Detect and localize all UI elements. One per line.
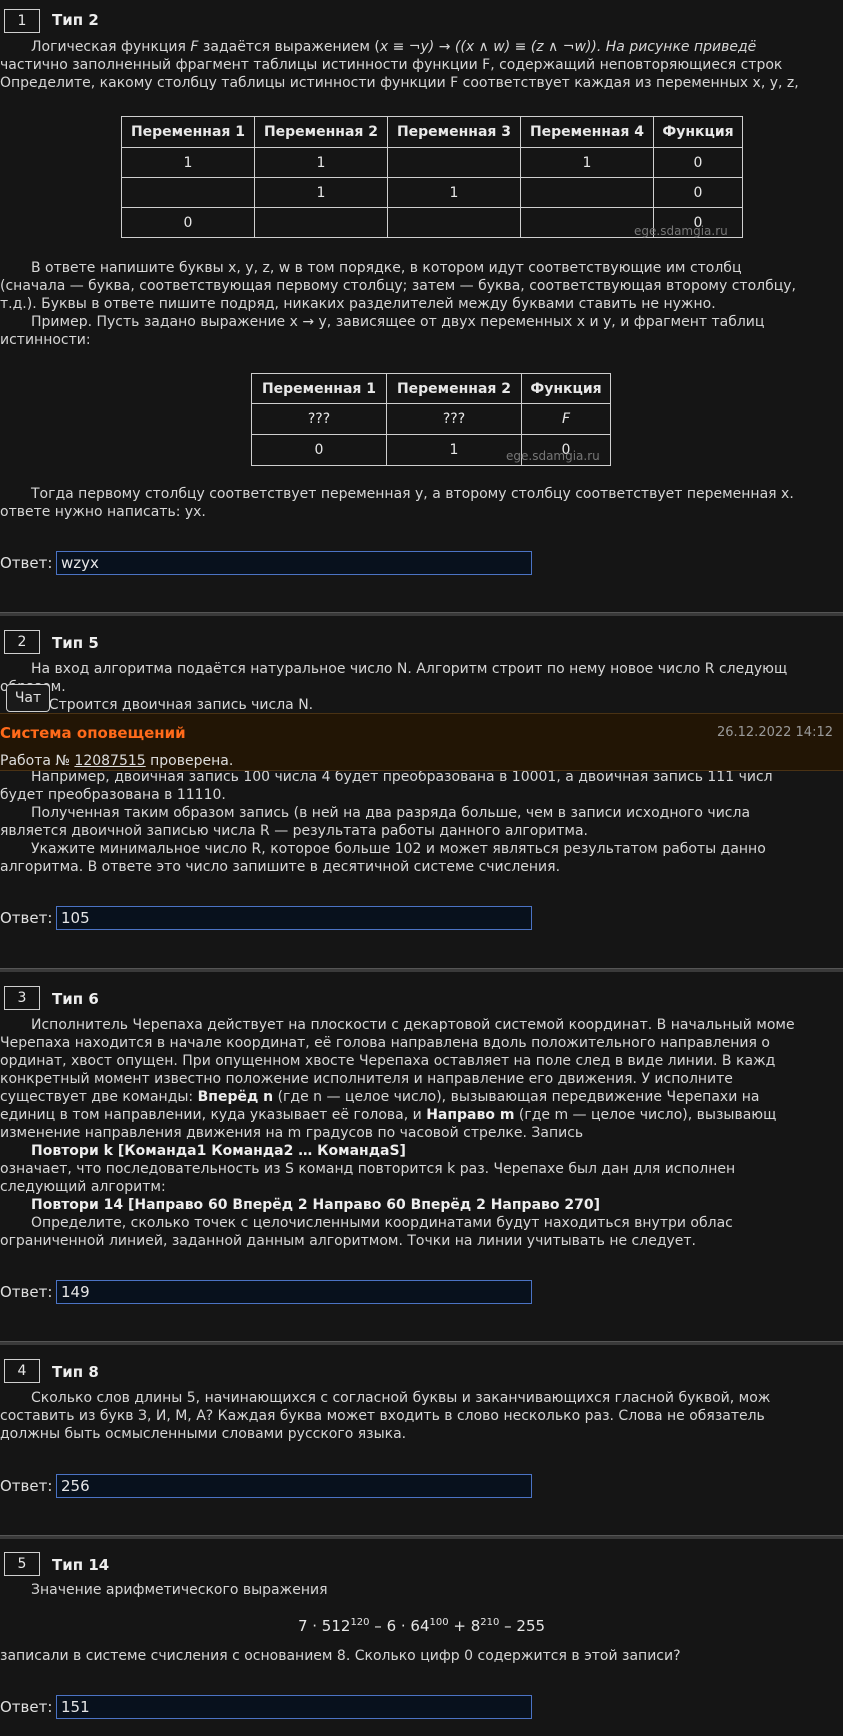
task-text: Повтори k [Команда1 Команда2 … КомандаS] xyxy=(31,1143,406,1159)
table-cell xyxy=(387,207,521,238)
task-text: будет преобразована в 11110. xyxy=(0,787,226,803)
answer-label: Ответ: xyxy=(0,1698,53,1716)
table-header: Переменная 4 xyxy=(520,116,654,148)
table-header: Переменная 1 xyxy=(251,373,387,404)
task-text: частично заполненный фрагмент таблицы ис… xyxy=(0,57,783,73)
task-text: означает, что последовательность из S ко… xyxy=(0,1161,736,1177)
table-header: Переменная 1 xyxy=(121,116,255,148)
table-row: 1 1 1 0 xyxy=(121,147,743,178)
table-cell: 1 xyxy=(386,434,522,466)
task-text: Значение арифметического выражения xyxy=(31,1582,328,1598)
task-text: В ответе напишите буквы x, y, z, w в том… xyxy=(31,260,742,276)
task-text: Определите, сколько точек с целочисленны… xyxy=(31,1215,733,1231)
divider xyxy=(0,968,843,972)
task-text: Повтори 14 [Направо 60 Вперёд 2 Направо … xyxy=(31,1197,600,1213)
task-number: 1 xyxy=(4,9,40,33)
task-text: Исполнитель Черепаха действует на плоско… xyxy=(31,1017,795,1033)
answer-input[interactable] xyxy=(56,906,532,930)
task-text: Определите, какому столбцу таблицы истин… xyxy=(0,75,799,91)
divider xyxy=(0,612,843,616)
table-cell xyxy=(121,177,255,208)
task-text: образом. xyxy=(0,678,843,696)
answer-label: Ответ: xyxy=(0,1477,53,1495)
table-cell xyxy=(387,147,521,178)
task-text: конкретный момент известно положение исп… xyxy=(0,1071,733,1087)
task-number: 4 xyxy=(4,1359,40,1383)
truth-table: Переменная 1 Переменная 2 Переменная 3 П… xyxy=(121,116,743,238)
task-text: ограниченной линией, заданной данным алг… xyxy=(0,1233,697,1249)
table-cell: 0 xyxy=(121,207,255,238)
notification-text: Работа № 12087515 проверена. xyxy=(0,753,234,769)
task-number: 5 xyxy=(4,1552,40,1576)
table-cell: ??? xyxy=(251,403,387,435)
notification-banner[interactable]: Система оповещений 26.12.2022 14:12 Рабо… xyxy=(0,713,843,771)
task-text: является двоичной записью числа R — резу… xyxy=(0,823,588,839)
table-cell: 1 xyxy=(387,177,521,208)
task-text: составить из букв З, И, М, А? Каждая бук… xyxy=(0,1408,765,1424)
task-type: Тип 2 xyxy=(52,11,99,29)
task-text: Пример. Пусть задано выражение x → y, за… xyxy=(31,314,765,330)
notification-date: 26.12.2022 14:12 xyxy=(716,725,833,740)
answer-label: Ответ: xyxy=(0,1283,53,1301)
task-text: существует две команды: Вперёд n (где n … xyxy=(0,1089,760,1105)
task-number: 3 xyxy=(4,986,40,1010)
answer-input[interactable] xyxy=(56,1280,532,1304)
watermark: ege.sdamgia.ru xyxy=(634,224,728,238)
table-cell: F xyxy=(521,403,611,435)
answer-input[interactable] xyxy=(56,1695,532,1719)
task-text: должны быть осмысленными словами русског… xyxy=(0,1426,407,1442)
divider xyxy=(0,1535,843,1539)
task-text: Укажите минимальное число R, которое бол… xyxy=(31,841,766,857)
task-text: Тогда первому столбцу соответствует пере… xyxy=(31,486,794,502)
answer-input[interactable] xyxy=(56,551,532,575)
table-header: Функция xyxy=(653,116,743,148)
answer-label: Ответ: xyxy=(0,909,53,927)
table-header: Переменная 2 xyxy=(254,116,388,148)
task-text: ответе нужно написать: yx. xyxy=(0,504,206,520)
table-cell: 0 xyxy=(653,147,743,178)
task-text: единиц в том направлении, куда указывает… xyxy=(0,1107,777,1123)
formula: 7 · 512120 – 6 · 64100 + 8210 – 255 xyxy=(297,1617,546,1635)
task-text: Полученная таким образом запись (в ней н… xyxy=(31,805,751,821)
task-text: изменение направления движения на m град… xyxy=(0,1125,584,1141)
table-cell: 1 xyxy=(121,147,255,178)
task-text: Логическая функция F задаётся выражением… xyxy=(31,39,757,55)
divider xyxy=(0,1341,843,1345)
task-type: Тип 8 xyxy=(52,1363,99,1381)
task-text: следующий алгоритм: xyxy=(0,1179,166,1195)
watermark: ege.sdamgia.ru xyxy=(506,449,600,463)
table-header: Функция xyxy=(521,373,611,404)
task-text: Сколько слов длины 5, начинающихся с сог… xyxy=(31,1390,771,1406)
answer-label: Ответ: xyxy=(0,554,53,572)
table-cell xyxy=(520,177,654,208)
table-header: Переменная 2 xyxy=(386,373,522,404)
task-text: записали в системе счисления с основание… xyxy=(0,1648,681,1664)
task-text: ординат, хвост опущен. При опущенном хво… xyxy=(0,1053,776,1069)
task-text: На вход алгоритма подаётся натуральное ч… xyxy=(31,661,788,677)
table-row: ??? ??? F xyxy=(251,403,611,435)
table-header: Переменная 3 xyxy=(387,116,521,148)
task-type: Тип 5 xyxy=(52,634,99,652)
task-type: Тип 6 xyxy=(52,990,99,1008)
task-text: (сначала — буква, соответствующая первом… xyxy=(0,278,796,294)
task-text: 1. Строится двоичная запись числа N. xyxy=(31,697,314,713)
table-cell: 1 xyxy=(520,147,654,178)
work-link[interactable]: 12087515 xyxy=(74,753,145,769)
table-cell: 0 xyxy=(653,177,743,208)
table-cell: ??? xyxy=(386,403,522,435)
task-number: 2 xyxy=(4,630,40,654)
table-cell: 0 xyxy=(251,434,387,466)
chat-button[interactable]: Чат xyxy=(6,684,50,712)
table-cell: 1 xyxy=(254,147,388,178)
table-cell: 1 xyxy=(254,177,388,208)
table-cell xyxy=(254,207,388,238)
table-row: 1 1 0 xyxy=(121,177,743,208)
task-text: алгоритма. В ответе это число запишите в… xyxy=(0,859,561,875)
task-text: т.д.). Буквы в ответе пишите подряд, ник… xyxy=(0,296,716,312)
task-type: Тип 14 xyxy=(52,1556,110,1574)
notification-title: Система оповещений xyxy=(0,724,186,742)
answer-input[interactable] xyxy=(56,1474,532,1498)
task-text: истинности: xyxy=(0,332,91,348)
task-text: Черепаха находится в начале координат, е… xyxy=(0,1035,770,1051)
